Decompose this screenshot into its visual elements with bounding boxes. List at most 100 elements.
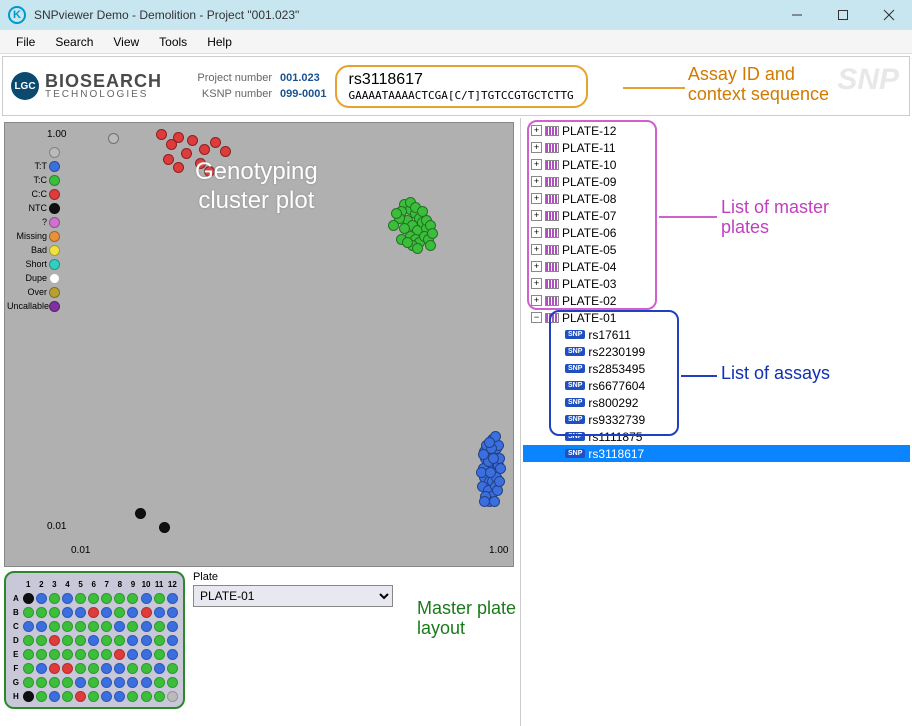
menu-search[interactable]: Search (45, 33, 103, 51)
well[interactable] (101, 663, 112, 674)
well[interactable] (101, 635, 112, 646)
data-point[interactable] (402, 237, 413, 248)
well[interactable] (75, 691, 86, 702)
assay-tree-item[interactable]: SNPrs1111875 (523, 428, 910, 445)
data-point[interactable] (494, 476, 505, 487)
well[interactable] (88, 621, 99, 632)
well[interactable] (23, 607, 34, 618)
well[interactable] (101, 677, 112, 688)
expand-icon[interactable]: + (531, 227, 542, 238)
expand-icon[interactable]: + (531, 159, 542, 170)
data-point[interactable] (399, 223, 410, 234)
expand-icon[interactable]: + (531, 193, 542, 204)
well[interactable] (101, 607, 112, 618)
well[interactable] (88, 691, 99, 702)
menu-help[interactable]: Help (197, 33, 242, 51)
well[interactable] (75, 621, 86, 632)
well[interactable] (114, 593, 125, 604)
expand-icon[interactable]: + (531, 295, 542, 306)
well[interactable] (141, 663, 152, 674)
expand-icon[interactable]: + (531, 210, 542, 221)
well[interactable] (114, 663, 125, 674)
expand-icon[interactable]: + (531, 176, 542, 187)
plate-tree-item[interactable]: +PLATE-12 (523, 122, 910, 139)
close-button[interactable] (866, 0, 912, 30)
data-point[interactable] (156, 129, 167, 140)
well[interactable] (141, 677, 152, 688)
well[interactable] (127, 691, 138, 702)
well[interactable] (62, 663, 73, 674)
well[interactable] (167, 593, 178, 604)
well[interactable] (101, 691, 112, 702)
well[interactable] (88, 635, 99, 646)
well[interactable] (127, 593, 138, 604)
plate-tree-item[interactable]: +PLATE-09 (523, 173, 910, 190)
data-point[interactable] (135, 508, 146, 519)
data-point[interactable] (220, 146, 231, 157)
assay-tree-item[interactable]: SNPrs3118617 (523, 445, 910, 462)
well[interactable] (62, 593, 73, 604)
assay-tree-item[interactable]: SNPrs6677604 (523, 377, 910, 394)
data-point[interactable] (163, 154, 174, 165)
well[interactable] (49, 649, 60, 660)
well[interactable] (154, 691, 165, 702)
well[interactable] (49, 607, 60, 618)
well[interactable] (154, 593, 165, 604)
well[interactable] (167, 677, 178, 688)
well[interactable] (141, 621, 152, 632)
data-point[interactable] (388, 220, 399, 231)
plate-select[interactable]: PLATE-01 (193, 585, 393, 607)
data-point[interactable] (492, 485, 503, 496)
well[interactable] (62, 635, 73, 646)
well[interactable] (127, 677, 138, 688)
well[interactable] (62, 607, 73, 618)
data-point[interactable] (166, 139, 177, 150)
data-point[interactable] (425, 240, 436, 251)
well[interactable] (167, 621, 178, 632)
well[interactable] (114, 691, 125, 702)
well[interactable] (23, 649, 34, 660)
maximize-button[interactable] (820, 0, 866, 30)
well[interactable] (88, 677, 99, 688)
assay-tree-item[interactable]: SNPrs17611 (523, 326, 910, 343)
data-point[interactable] (108, 133, 119, 144)
well[interactable] (49, 677, 60, 688)
well[interactable] (75, 593, 86, 604)
plate-tree-item[interactable]: +PLATE-05 (523, 241, 910, 258)
expand-icon[interactable]: + (531, 142, 542, 153)
expand-icon[interactable]: + (531, 125, 542, 136)
collapse-icon[interactable]: − (531, 312, 542, 323)
well[interactable] (62, 691, 73, 702)
well[interactable] (36, 635, 47, 646)
well[interactable] (114, 621, 125, 632)
well[interactable] (141, 649, 152, 660)
well[interactable] (75, 663, 86, 674)
well[interactable] (114, 635, 125, 646)
menu-file[interactable]: File (6, 33, 45, 51)
assay-tree-item[interactable]: SNPrs9332739 (523, 411, 910, 428)
tree-panel[interactable]: +PLATE-12+PLATE-11+PLATE-10+PLATE-09+PLA… (520, 118, 912, 726)
well[interactable] (101, 621, 112, 632)
data-point[interactable] (488, 453, 499, 464)
plate-tree-item[interactable]: +PLATE-08 (523, 190, 910, 207)
data-point[interactable] (417, 206, 428, 217)
plate-tree-item[interactable]: +PLATE-10 (523, 156, 910, 173)
well[interactable] (75, 635, 86, 646)
well[interactable] (23, 621, 34, 632)
well[interactable] (36, 677, 47, 688)
well[interactable] (127, 607, 138, 618)
well[interactable] (88, 593, 99, 604)
well[interactable] (127, 635, 138, 646)
well[interactable] (154, 649, 165, 660)
data-point[interactable] (181, 148, 192, 159)
plate-tree-item[interactable]: +PLATE-02 (523, 292, 910, 309)
well[interactable] (154, 677, 165, 688)
well[interactable] (75, 677, 86, 688)
well[interactable] (36, 593, 47, 604)
well[interactable] (154, 621, 165, 632)
well[interactable] (88, 663, 99, 674)
well[interactable] (88, 607, 99, 618)
well[interactable] (167, 607, 178, 618)
expand-icon[interactable]: + (531, 261, 542, 272)
data-point[interactable] (173, 162, 184, 173)
